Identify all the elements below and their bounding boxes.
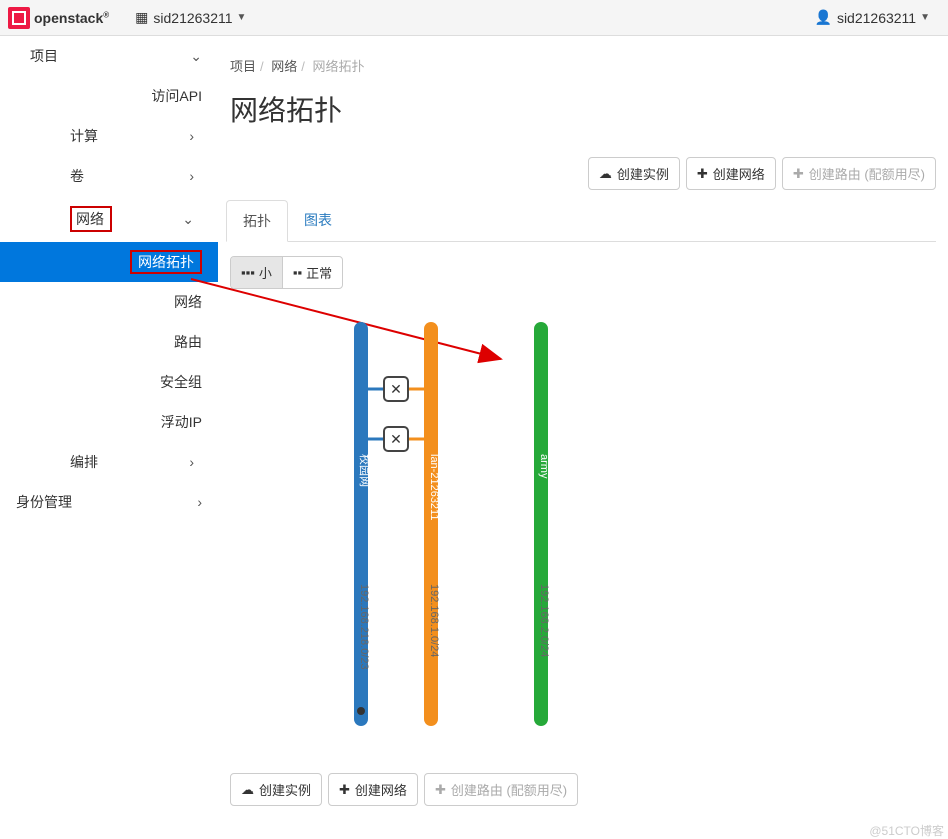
openstack-logo-icon (8, 7, 30, 29)
network-name-label: lan-21263211 (428, 454, 440, 520)
globe-icon (357, 707, 365, 715)
sidebar-item-network[interactable]: 网络 ⌄ (0, 196, 218, 242)
tab-graph[interactable]: 图表 (288, 200, 348, 241)
plus-icon: ✚ (697, 166, 708, 182)
cloud-upload-icon: ☁ (241, 782, 254, 798)
caret-down-icon: ▼ (920, 12, 930, 23)
sidebar-item-compute[interactable]: 计算 › (0, 116, 218, 156)
size-small-button[interactable]: ▪▪▪ 小 (231, 257, 283, 288)
breadcrumb: 项目/ 网络/ 网络拓扑 (230, 56, 936, 75)
caret-down-icon: ▼ (237, 12, 247, 23)
plus-icon: ✚ (793, 166, 804, 182)
size-normal-button[interactable]: ▪▪ 正常 (283, 257, 342, 288)
network-subnet-label: 192.168.1.0/24 (428, 584, 440, 657)
topbar: openstack® ▦ sid21263211 ▼ 👤 sid21263211… (0, 0, 948, 36)
create-network-button[interactable]: ✚ 创建网络 (686, 157, 776, 190)
sidebar-subitem-routers[interactable]: 路由 (0, 322, 218, 362)
router-icon: ✕ (390, 381, 402, 397)
tabs: 拓扑 图表 (226, 200, 936, 242)
grid-small-icon: ▪▪▪ (241, 265, 255, 280)
layout: 项目 ⌄ 访问API 计算 › 卷 › 网络 ⌄ 网络拓扑 网络 路由 安全组 … (0, 36, 948, 839)
action-row-top: ☁ 创建实例 ✚ 创建网络 ✚ 创建路由 (配额用尽) (226, 157, 936, 190)
sidebar-subitem-floatingip[interactable]: 浮动IP (0, 402, 218, 442)
sidebar-item-orchestration[interactable]: 编排 › (0, 442, 218, 482)
chevron-right-icon: › (189, 168, 194, 184)
chevron-right-icon: › (189, 454, 194, 470)
create-instance-button[interactable]: ☁ 创建实例 (588, 157, 680, 190)
sidebar-subitem-topology[interactable]: 网络拓扑 (0, 242, 218, 282)
brand: openstack® (8, 7, 109, 29)
sidebar: 项目 ⌄ 访问API 计算 › 卷 › 网络 ⌄ 网络拓扑 网络 路由 安全组 … (0, 36, 218, 839)
chevron-right-icon: › (197, 494, 202, 510)
user-name-label: sid21263211 (837, 10, 916, 26)
grid-large-icon: ▪▪ (293, 265, 302, 280)
network-subnet-label: 192.168.218.0/23 (358, 584, 370, 670)
network-subnet-label: 192.168.2.0/24 (538, 584, 550, 657)
cubes-icon: ▦ (135, 9, 148, 26)
sidebar-item-identity[interactable]: 身份管理 › (0, 482, 218, 522)
plus-icon: ✚ (339, 782, 350, 798)
action-row-bottom: ☁ 创建实例 ✚ 创建网络 ✚ 创建路由 (配额用尽) (230, 773, 936, 806)
sidebar-item-volumes[interactable]: 卷 › (0, 156, 218, 196)
sidebar-subitem-secgroups[interactable]: 安全组 (0, 362, 218, 402)
create-network-button-bottom[interactable]: ✚ 创建网络 (328, 773, 418, 806)
create-router-button-bottom: ✚ 创建路由 (配额用尽) (424, 773, 578, 806)
tab-topology[interactable]: 拓扑 (226, 200, 288, 242)
network-subitems: 网络拓扑 网络 路由 安全组 浮动IP (0, 242, 218, 442)
breadcrumb-l1[interactable]: 项目 (230, 59, 256, 74)
plus-icon: ✚ (435, 782, 446, 798)
breadcrumb-l3: 网络拓扑 (313, 59, 365, 74)
user-menu[interactable]: 👤 sid21263211 ▼ (805, 9, 941, 26)
page-title: 网络拓扑 (230, 89, 936, 129)
annotation-box: 网络拓扑 (130, 250, 202, 274)
annotation-box: 网络 (70, 206, 112, 232)
project-selector[interactable]: ▦ sid21263211 ▼ (125, 9, 256, 26)
sidebar-subitem-networks[interactable]: 网络 (0, 282, 218, 322)
sidebar-item-project[interactable]: 项目 ⌄ (0, 36, 218, 76)
router-icon: ✕ (390, 431, 402, 447)
size-toggle: ▪▪▪ 小 ▪▪ 正常 (230, 256, 343, 289)
main-content: 项目/ 网络/ 网络拓扑 网络拓扑 ☁ 创建实例 ✚ 创建网络 ✚ 创建路由 (… (218, 36, 948, 839)
topology-diagram[interactable]: 校园网 192.168.218.0/23 lan-21263211 192.168.… (271, 299, 891, 759)
breadcrumb-l2[interactable]: 网络 (271, 59, 297, 74)
network-name-label: army (538, 454, 550, 479)
chevron-down-icon: ⌄ (190, 48, 202, 65)
network-name-label: 校园网 (358, 454, 372, 487)
project-name-label: sid21263211 (153, 10, 232, 26)
user-icon: 👤 (815, 9, 832, 26)
create-instance-button-bottom[interactable]: ☁ 创建实例 (230, 773, 322, 806)
sidebar-item-api[interactable]: 访问API (0, 76, 218, 116)
chevron-right-icon: › (189, 128, 194, 144)
cloud-upload-icon: ☁ (599, 166, 612, 182)
chevron-down-icon: ⌄ (182, 211, 194, 228)
watermark: @51CTO博客 (869, 822, 944, 839)
create-router-button: ✚ 创建路由 (配额用尽) (782, 157, 936, 190)
annotation-arrow (191, 279, 501, 359)
